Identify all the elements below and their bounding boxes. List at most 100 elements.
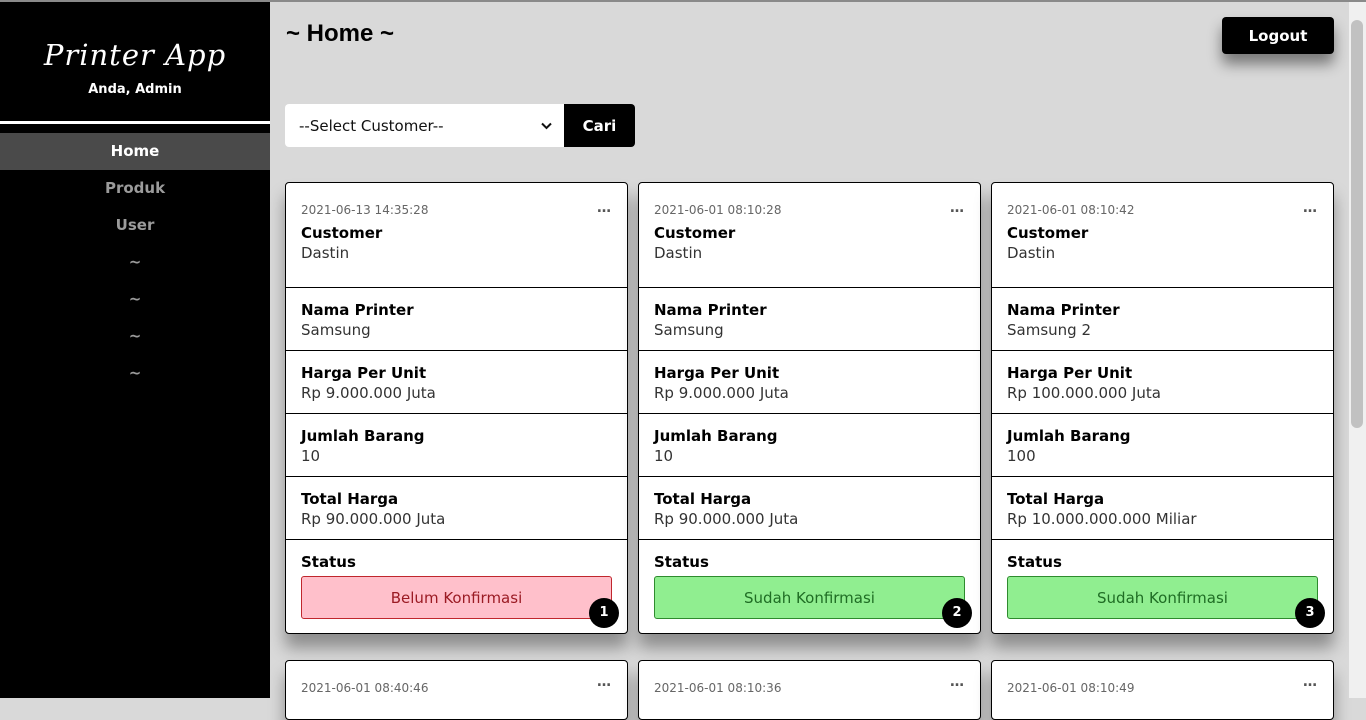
order-date: 2021-06-01 08:10:42 bbox=[1007, 203, 1135, 217]
order-card: 2021-06-01 08:10:42 … Customer Dastin Na… bbox=[991, 182, 1334, 634]
card-number-badge: 2 bbox=[942, 598, 972, 628]
price-field: Harga Per Unit Rp 9.000.000 Juta bbox=[286, 351, 627, 414]
sidebar-item-placeholder[interactable]: ~ bbox=[0, 281, 270, 318]
status-label: Status bbox=[654, 553, 709, 571]
printer-field: Nama Printer Samsung bbox=[639, 288, 980, 351]
card-header: 2021-06-01 08:10:28 … bbox=[639, 183, 980, 223]
order-card: 2021-06-01 08:10:36 … bbox=[638, 660, 981, 720]
printer-label: Nama Printer bbox=[654, 301, 767, 319]
order-card: 2021-06-01 08:10:28 … Customer Dastin Na… bbox=[638, 182, 981, 634]
sidebar-item-home[interactable]: Home bbox=[0, 133, 270, 170]
search-button[interactable]: Cari bbox=[564, 104, 635, 147]
printer-field: Nama Printer Samsung 2 bbox=[992, 288, 1333, 351]
qty-value: 10 bbox=[301, 447, 321, 465]
sidebar-divider bbox=[0, 121, 270, 124]
order-card: 2021-06-01 08:40:46 … bbox=[285, 660, 628, 720]
qty-value: 100 bbox=[1007, 447, 1036, 465]
printer-label: Nama Printer bbox=[1007, 301, 1120, 319]
sidebar-item-placeholder[interactable]: ~ bbox=[0, 244, 270, 281]
price-label: Harga Per Unit bbox=[301, 364, 427, 382]
brand: Printer App Anda, Admin bbox=[0, 2, 270, 97]
printer-value: Samsung bbox=[301, 321, 371, 339]
price-label: Harga Per Unit bbox=[1007, 364, 1133, 382]
price-value: Rp 9.000.000 Juta bbox=[654, 384, 789, 402]
printer-value: Samsung bbox=[654, 321, 724, 339]
printer-field: Nama Printer Samsung bbox=[286, 288, 627, 351]
total-value: Rp 10.000.000.000 Miliar bbox=[1007, 510, 1197, 528]
total-field: Total Harga Rp 90.000.000 Juta bbox=[286, 477, 627, 540]
status-section: Status Sudah Konfirmasi 2 bbox=[639, 540, 980, 634]
status-button[interactable]: Belum Konfirmasi bbox=[301, 576, 612, 619]
customer-value: Dastin bbox=[301, 244, 350, 262]
page-title: ~ Home ~ bbox=[286, 20, 395, 47]
sidebar-nav: Home Produk User ~ ~ ~ ~ bbox=[0, 133, 270, 392]
more-options-icon[interactable]: … bbox=[1303, 674, 1319, 690]
qty-label: Jumlah Barang bbox=[301, 427, 425, 445]
qty-value: 10 bbox=[654, 447, 674, 465]
price-value: Rp 9.000.000 Juta bbox=[301, 384, 436, 402]
card-header: 2021-06-01 08:10:36 … bbox=[639, 661, 980, 701]
order-date: 2021-06-01 08:40:46 bbox=[301, 681, 429, 695]
logout-button[interactable]: Logout bbox=[1222, 17, 1334, 54]
sidebar: Printer App Anda, Admin Home Produk User… bbox=[0, 2, 270, 698]
customer-label: Customer bbox=[654, 224, 736, 242]
qty-label: Jumlah Barang bbox=[654, 427, 778, 445]
order-card: 2021-06-01 08:10:49 … bbox=[991, 660, 1334, 720]
order-date: 2021-06-01 08:10:28 bbox=[654, 203, 782, 217]
customer-label: Customer bbox=[301, 224, 383, 242]
card-header: 2021-06-01 08:10:49 … bbox=[992, 661, 1333, 701]
qty-field: Jumlah Barang 10 bbox=[639, 414, 980, 477]
price-field: Harga Per Unit Rp 9.000.000 Juta bbox=[639, 351, 980, 414]
customer-label: Customer bbox=[1007, 224, 1089, 242]
more-options-icon[interactable]: … bbox=[597, 200, 613, 216]
status-section: Status Sudah Konfirmasi 3 bbox=[992, 540, 1333, 634]
customer-select-value: --Select Customer-- bbox=[299, 116, 444, 135]
customer-field: Customer Dastin bbox=[286, 223, 627, 288]
customer-value: Dastin bbox=[654, 244, 703, 262]
customer-field: Customer Dastin bbox=[639, 223, 980, 288]
sidebar-item-placeholder[interactable]: ~ bbox=[0, 355, 270, 392]
customer-field: Customer Dastin bbox=[992, 223, 1333, 288]
order-date: 2021-06-13 14:35:28 bbox=[301, 203, 429, 217]
card-header: 2021-06-01 08:10:42 … bbox=[992, 183, 1333, 223]
chevron-down-icon bbox=[541, 119, 552, 133]
status-button[interactable]: Sudah Konfirmasi bbox=[654, 576, 965, 619]
total-field: Total Harga Rp 90.000.000 Juta bbox=[639, 477, 980, 540]
printer-value: Samsung 2 bbox=[1007, 321, 1091, 339]
status-label: Status bbox=[1007, 553, 1062, 571]
order-date: 2021-06-01 08:10:36 bbox=[654, 681, 782, 695]
customer-value: Dastin bbox=[1007, 244, 1056, 262]
qty-field: Jumlah Barang 100 bbox=[992, 414, 1333, 477]
card-number-badge: 3 bbox=[1295, 598, 1325, 628]
scrollbar-thumb[interactable] bbox=[1351, 20, 1363, 428]
more-options-icon[interactable]: … bbox=[1303, 200, 1319, 216]
app-title: Printer App bbox=[43, 38, 227, 72]
status-button[interactable]: Sudah Konfirmasi bbox=[1007, 576, 1318, 619]
card-header: 2021-06-13 14:35:28 … bbox=[286, 183, 627, 223]
price-value: Rp 100.000.000 Juta bbox=[1007, 384, 1161, 402]
sidebar-item-user[interactable]: User bbox=[0, 207, 270, 244]
more-options-icon[interactable]: … bbox=[950, 200, 966, 216]
order-date: 2021-06-01 08:10:49 bbox=[1007, 681, 1135, 695]
total-value: Rp 90.000.000 Juta bbox=[301, 510, 446, 528]
total-field: Total Harga Rp 10.000.000.000 Miliar bbox=[992, 477, 1333, 540]
user-greeting: Anda, Admin bbox=[88, 82, 182, 97]
more-options-icon[interactable]: … bbox=[597, 674, 613, 690]
sidebar-item-placeholder[interactable]: ~ bbox=[0, 318, 270, 355]
card-header: 2021-06-01 08:40:46 … bbox=[286, 661, 627, 701]
sidebar-item-produk[interactable]: Produk bbox=[0, 170, 270, 207]
price-field: Harga Per Unit Rp 100.000.000 Juta bbox=[992, 351, 1333, 414]
card-number-badge: 1 bbox=[589, 598, 619, 628]
status-section: Status Belum Konfirmasi 1 bbox=[286, 540, 627, 634]
total-label: Total Harga bbox=[1007, 490, 1105, 508]
customer-select[interactable]: --Select Customer-- bbox=[285, 104, 564, 147]
customer-search: --Select Customer-- Cari bbox=[285, 104, 635, 147]
price-label: Harga Per Unit bbox=[654, 364, 780, 382]
qty-field: Jumlah Barang 10 bbox=[286, 414, 627, 477]
total-label: Total Harga bbox=[301, 490, 399, 508]
order-card: 2021-06-13 14:35:28 … Customer Dastin Na… bbox=[285, 182, 628, 634]
total-label: Total Harga bbox=[654, 490, 752, 508]
total-value: Rp 90.000.000 Juta bbox=[654, 510, 799, 528]
status-label: Status bbox=[301, 553, 356, 571]
more-options-icon[interactable]: … bbox=[950, 674, 966, 690]
